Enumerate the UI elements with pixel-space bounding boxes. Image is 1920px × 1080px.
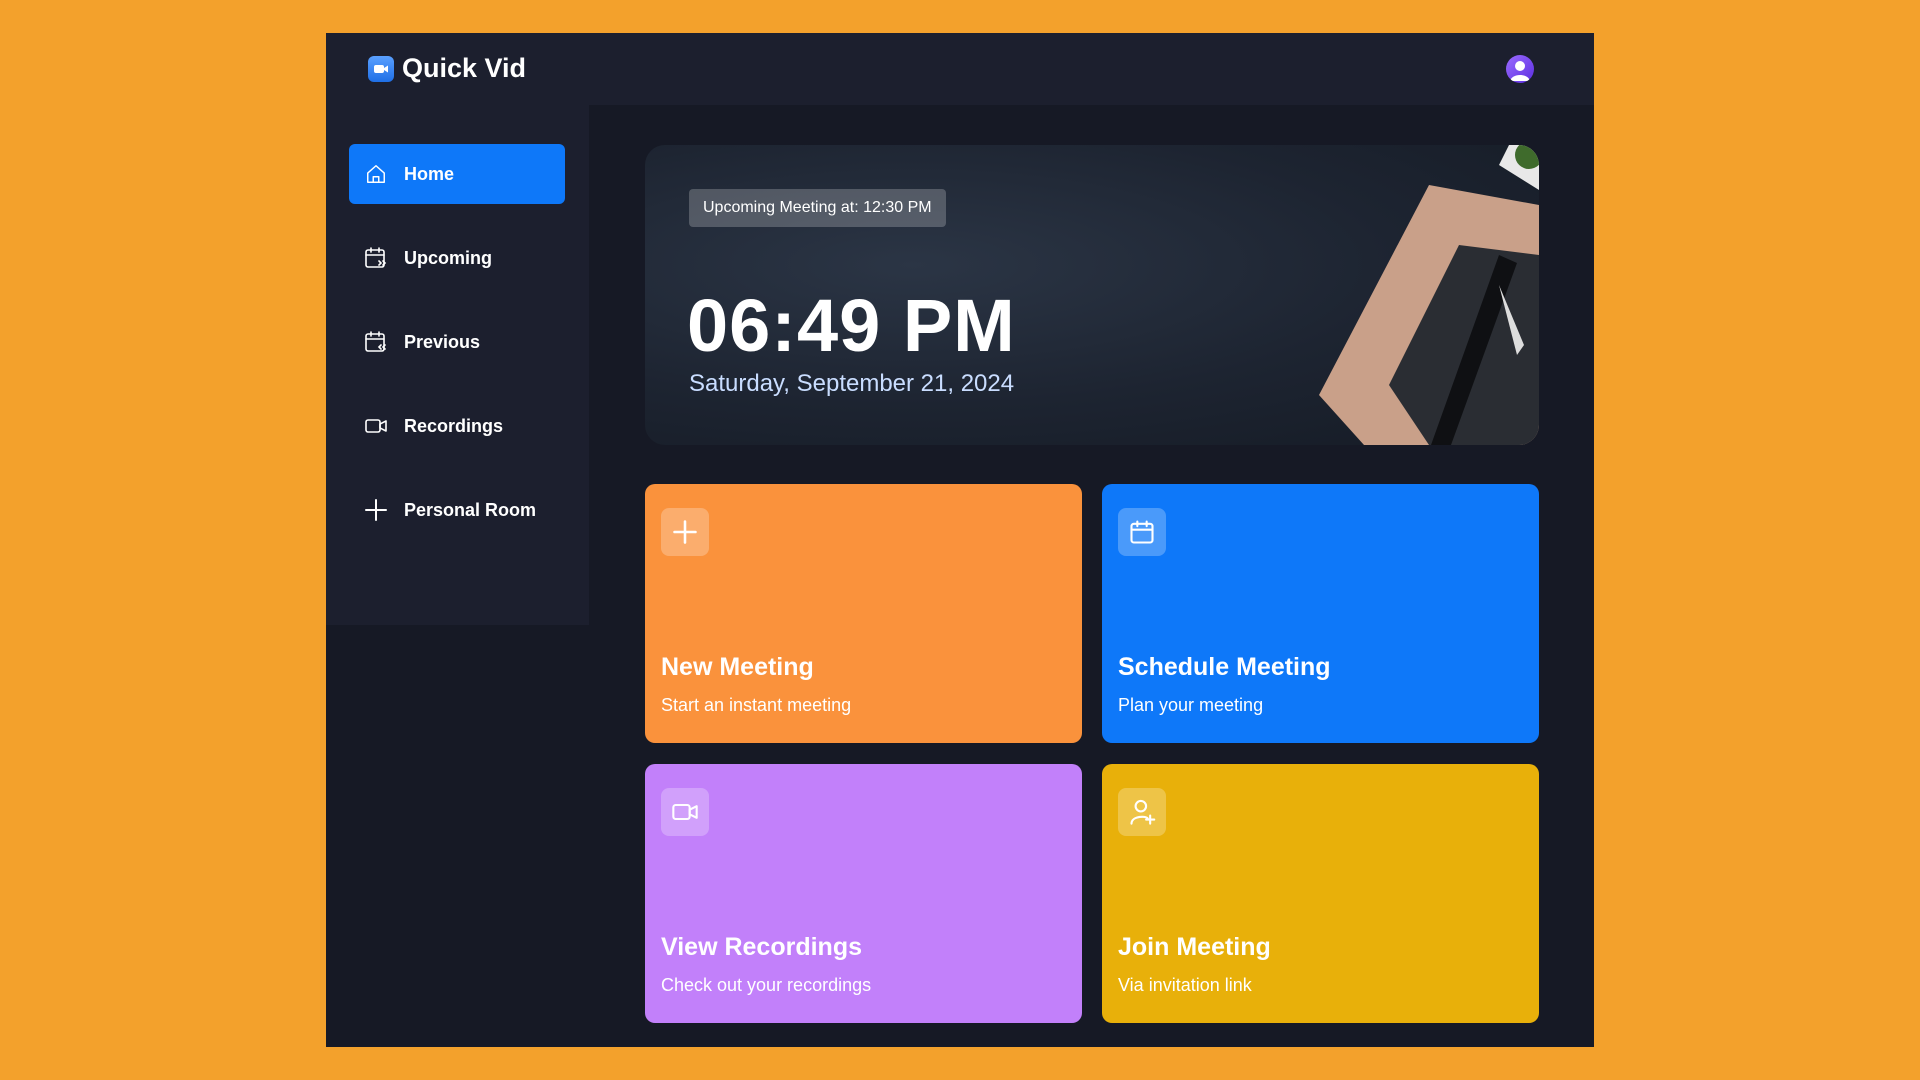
calendar-icon [1118, 508, 1166, 556]
sidebar: Home Upcoming Previous Recordings Person… [326, 105, 589, 625]
card-title: Join Meeting [1118, 933, 1271, 961]
sidebar-item-personal-room[interactable]: Personal Room [349, 480, 565, 540]
sidebar-item-label: Home [404, 163, 455, 184]
brand-link[interactable]: Quick Vid [368, 53, 526, 84]
calendar-back-icon [363, 329, 389, 355]
card-subtitle: Start an instant meeting [661, 695, 852, 715]
card-title: View Recordings [661, 933, 862, 961]
sidebar-item-previous[interactable]: Previous [349, 312, 565, 372]
card-subtitle: Via invitation link [1118, 975, 1252, 995]
sidebar-item-label: Recordings [404, 415, 504, 436]
sidebar-item-upcoming[interactable]: Upcoming [349, 228, 565, 288]
sidebar-item-label: Upcoming [404, 247, 492, 268]
sidebar-item-home[interactable]: Home [349, 144, 565, 204]
current-date: Saturday, September 21, 2024 [689, 370, 1015, 397]
current-time: 06:49 PM [687, 284, 1016, 367]
video-icon [363, 413, 389, 439]
video-icon [661, 788, 709, 836]
top-bar: Quick Vid [326, 33, 1594, 105]
sidebar-item-label: Previous [404, 331, 481, 352]
card-title: Schedule Meeting [1118, 653, 1331, 681]
card-subtitle: Check out your recordings [661, 975, 872, 995]
view-recordings-card[interactable]: View Recordings Check out your recording… [645, 764, 1082, 1023]
app-window: Quick Vid Home Upcoming Previous Recordi… [326, 33, 1594, 1047]
card-subtitle: Plan your meeting [1118, 695, 1264, 715]
schedule-meeting-card[interactable]: Schedule Meeting Plan your meeting [1102, 484, 1539, 743]
plus-icon [363, 497, 389, 523]
home-icon [363, 161, 389, 187]
upcoming-meeting-badge: Upcoming Meeting at: 12:30 PM [689, 189, 946, 227]
user-avatar-icon[interactable] [1506, 55, 1534, 83]
card-title: New Meeting [661, 653, 814, 681]
hero-banner: Upcoming Meeting at: 12:30 PM 06:49 PM S… [645, 145, 1539, 445]
sidebar-item-recordings[interactable]: Recordings [349, 396, 565, 456]
sidebar-item-label: Personal Room [404, 499, 537, 520]
notebook-decoration [1319, 145, 1539, 445]
video-camera-icon [368, 55, 394, 82]
app-title: Quick Vid [402, 53, 527, 83]
join-meeting-card[interactable]: Join Meeting Via invitation link [1102, 764, 1539, 1023]
new-meeting-card[interactable]: New Meeting Start an instant meeting [645, 484, 1082, 743]
user-plus-icon [1118, 788, 1166, 836]
calendar-forward-icon [363, 245, 389, 271]
plus-icon [661, 508, 709, 556]
